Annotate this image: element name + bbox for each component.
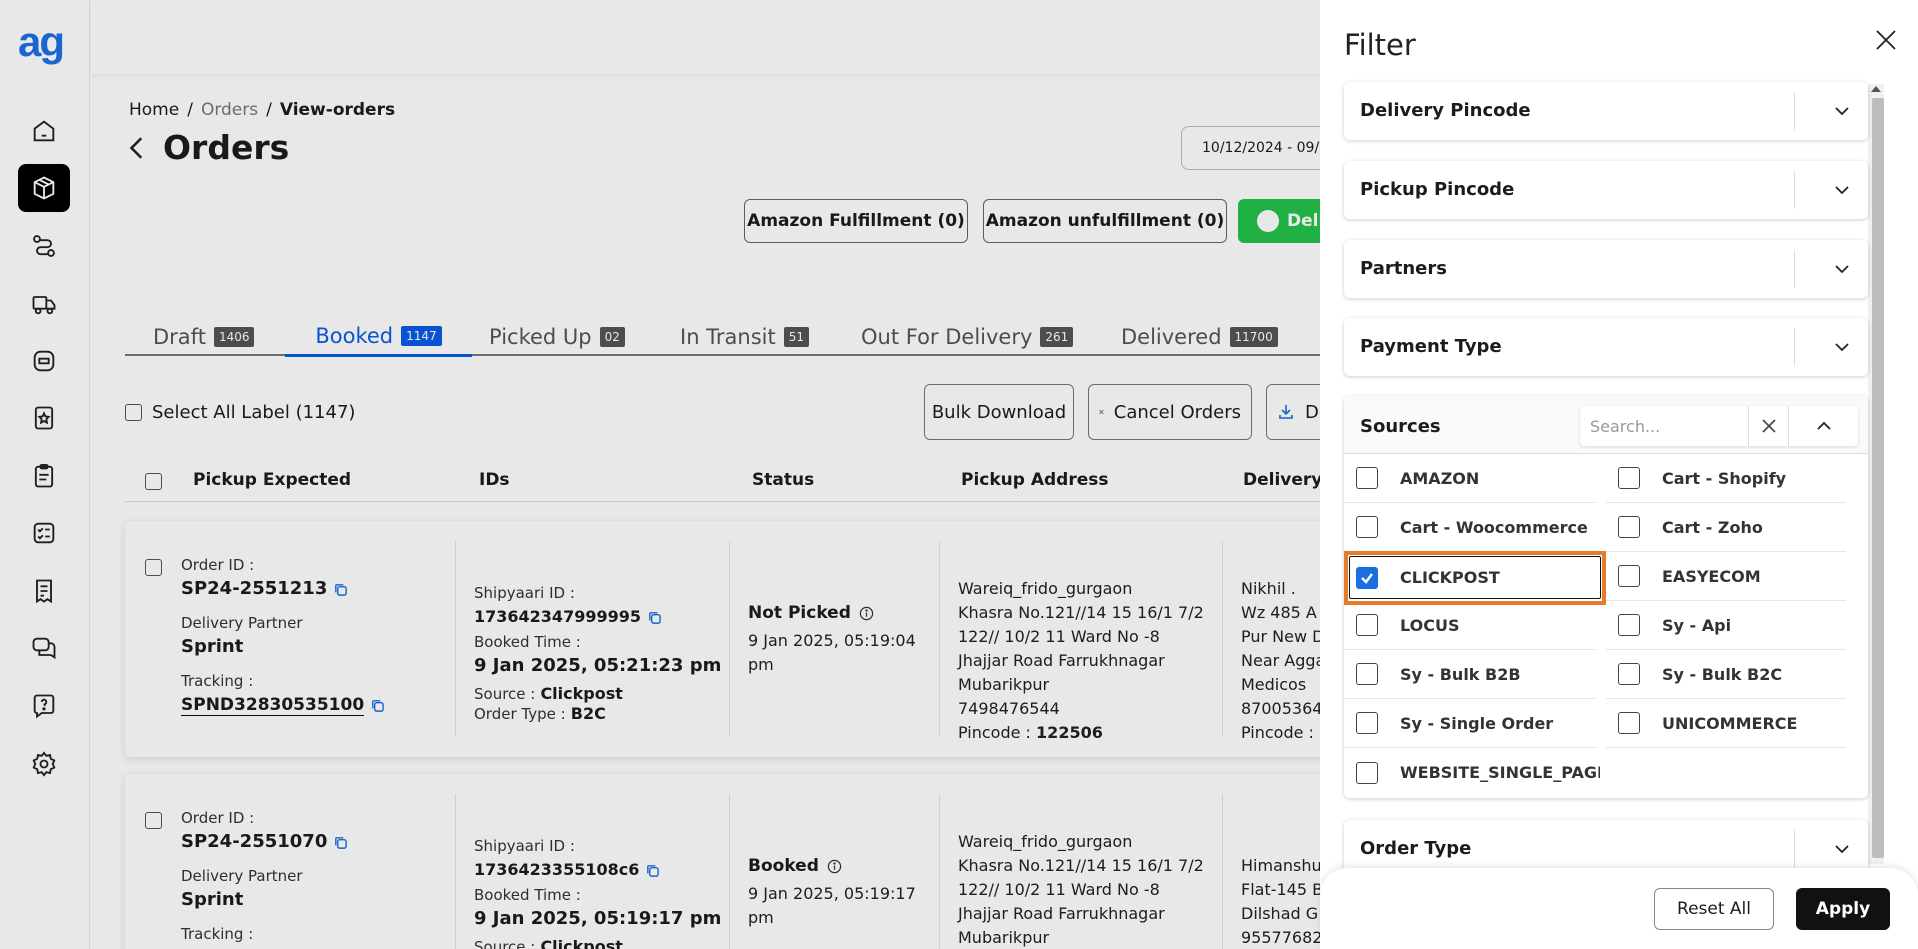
source-checkbox[interactable] [1618, 712, 1640, 734]
source-option-cart-woocommerce[interactable]: Cart - Woocommerce [1344, 503, 1596, 552]
source-option-sy-api[interactable]: Sy - Api [1606, 601, 1846, 650]
source-checkbox[interactable] [1618, 467, 1640, 489]
source-checkbox[interactable] [1356, 516, 1378, 538]
reset-all-button[interactable]: Reset All [1654, 888, 1774, 930]
clear-search-button[interactable] [1748, 406, 1788, 446]
source-checkbox[interactable] [1618, 663, 1640, 685]
source-checkbox[interactable] [1618, 614, 1640, 636]
source-checkbox[interactable] [1618, 516, 1640, 538]
chevron-up-icon [1816, 421, 1831, 430]
source-option-unicommerce[interactable]: UNICOMMERCE [1606, 699, 1846, 748]
sources-search-input[interactable] [1590, 414, 1740, 438]
filter-footer: Reset All Apply [1320, 868, 1918, 949]
sources-search [1580, 406, 1858, 446]
filter-section-partners[interactable]: Partners [1344, 240, 1868, 298]
close-icon[interactable] [1874, 28, 1898, 52]
source-checkbox[interactable] [1356, 467, 1378, 489]
filter-panel: Filter Delivery Pincode Pickup Pincode P… [1320, 0, 1918, 949]
collapse-sources-button[interactable] [1788, 406, 1858, 446]
chevron-down-icon [1835, 186, 1849, 195]
filter-section-pickup-pincode[interactable]: Pickup Pincode [1344, 161, 1868, 219]
source-option-website-single-page[interactable]: WEBSITE_SINGLE_PAGE [1344, 748, 1600, 797]
source-option-locus[interactable]: LOCUS [1344, 601, 1596, 650]
filter-section-payment-type[interactable]: Payment Type [1344, 318, 1868, 376]
filter-section-sources: Sources AMAZON Cart - Shopify Cart - Woo… [1344, 396, 1868, 798]
source-option-sy-bulk-b2c[interactable]: Sy - Bulk B2C [1606, 650, 1846, 699]
modal-backdrop[interactable] [0, 0, 1320, 949]
source-option-cart-shopify[interactable]: Cart - Shopify [1606, 454, 1846, 503]
source-option-cart-zoho[interactable]: Cart - Zoho [1606, 503, 1846, 552]
filter-section-delivery-pincode[interactable]: Delivery Pincode [1344, 82, 1868, 140]
apply-button[interactable]: Apply [1796, 888, 1890, 930]
source-option-sy-bulk-b2b[interactable]: Sy - Bulk B2B [1344, 650, 1596, 699]
scrollbar-thumb[interactable] [1872, 98, 1884, 858]
source-option-sy-single-order[interactable]: Sy - Single Order [1344, 699, 1596, 748]
filter-title: Filter [1344, 28, 1416, 62]
source-checkbox[interactable] [1356, 614, 1378, 636]
chevron-down-icon [1835, 265, 1849, 274]
source-option-amazon[interactable]: AMAZON [1344, 454, 1596, 503]
source-option-clickpost[interactable]: CLICKPOST [1344, 551, 1606, 605]
source-checkbox[interactable] [1356, 663, 1378, 685]
chevron-down-icon [1835, 343, 1849, 352]
close-icon [1761, 419, 1776, 433]
chevron-down-icon [1835, 107, 1849, 116]
source-option-easyecom[interactable]: EASYECOM [1606, 552, 1846, 601]
scroll-up-arrow[interactable] [1871, 86, 1881, 92]
source-checkbox[interactable] [1356, 712, 1378, 734]
sources-header[interactable]: Sources [1344, 396, 1868, 454]
source-checkbox[interactable] [1356, 761, 1378, 784]
source-checkbox-checked[interactable] [1356, 566, 1378, 589]
chevron-down-icon [1835, 845, 1849, 854]
source-checkbox[interactable] [1618, 565, 1640, 587]
